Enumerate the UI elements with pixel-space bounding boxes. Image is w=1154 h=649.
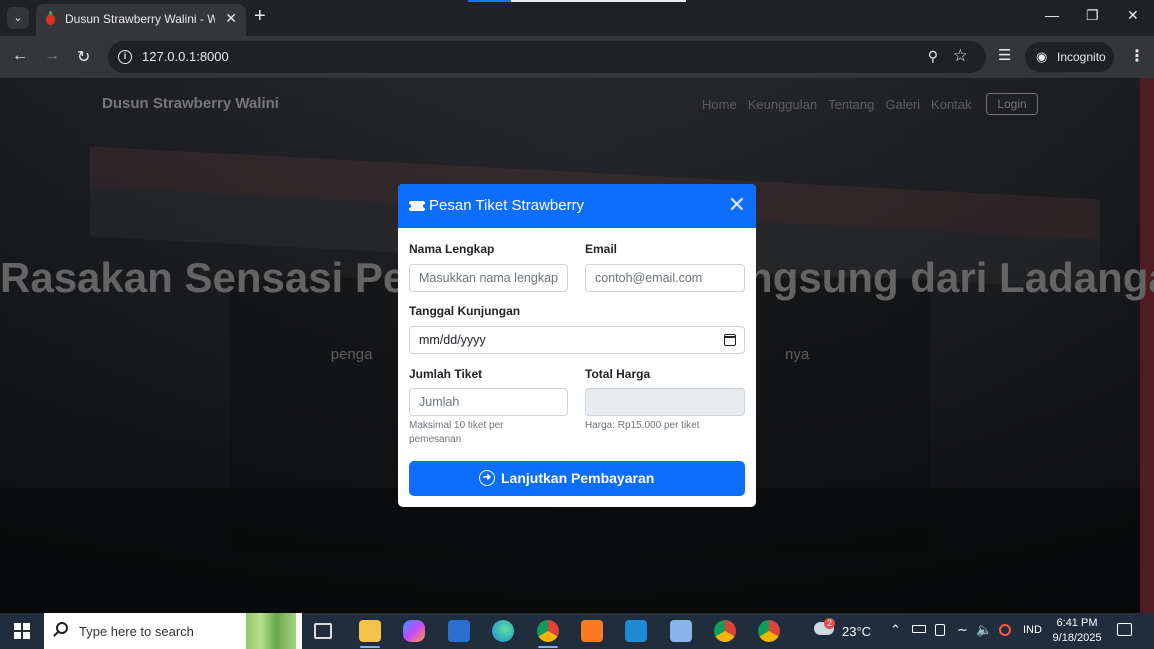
taskbar-search[interactable]: Type here to search xyxy=(44,613,302,649)
modal-close-icon[interactable]: ✕ xyxy=(728,193,746,217)
site-info-icon[interactable]: i xyxy=(118,50,132,64)
window-close-icon[interactable]: ✕ xyxy=(1127,7,1139,24)
file-explorer-active-indicator xyxy=(360,646,380,648)
clock-time: 6:41 PM xyxy=(1056,617,1098,629)
device-icon[interactable] xyxy=(935,624,945,636)
zoom-icon[interactable]: ⚲ xyxy=(928,48,938,65)
task-view-icon[interactable] xyxy=(314,623,332,639)
status-ring-icon[interactable] xyxy=(999,624,1011,636)
battery-icon[interactable] xyxy=(912,625,926,633)
taskbar-search-placeholder: Type here to search xyxy=(79,624,194,639)
qty-help-text: Maksimal 10 tiket per pemesanan xyxy=(409,420,504,445)
windows-taskbar: Type here to search 2 23°C ⌃ ∼ 🔈 IND 6:4… xyxy=(0,613,1154,649)
edge-icon[interactable] xyxy=(492,620,514,642)
email-label: Email xyxy=(585,242,618,256)
windows-start-icon[interactable] xyxy=(14,623,30,639)
language-indicator[interactable]: IND xyxy=(1023,624,1042,649)
continue-payment-label: Lanjutkan Pembayaran xyxy=(501,470,655,486)
tab-search-chevron-icon[interactable]: ⌄ xyxy=(7,7,29,29)
ticket-icon xyxy=(407,201,427,211)
volume-icon[interactable]: 🔈 xyxy=(976,622,992,649)
search-highlight-image xyxy=(246,613,296,649)
booking-modal: Pesan Tiket Strawberry ✕ Nama Lengkap Em… xyxy=(398,184,756,507)
url-text[interactable]: 127.0.0.1:8000 xyxy=(142,49,229,64)
search-icon xyxy=(56,622,68,634)
tab-strip: ⌄ Dusun Strawberry Walini - Wisata ✕ + —… xyxy=(0,0,1154,36)
total-label: Total Harga xyxy=(585,367,651,381)
forward-arrow-icon[interactable]: → xyxy=(44,47,60,65)
chrome-profile-a-icon[interactable] xyxy=(758,620,780,642)
total-price-input xyxy=(585,388,745,416)
date-placeholder: mm/dd/yyyy xyxy=(419,333,486,347)
chrome-icon[interactable] xyxy=(537,620,559,642)
restore-icon[interactable]: ❐ xyxy=(1086,7,1099,24)
tab-close-icon[interactable]: ✕ xyxy=(225,10,237,27)
weather-badge: 2 xyxy=(824,618,835,629)
new-tab-plus-icon[interactable]: + xyxy=(254,5,266,28)
incognito-icon: ◉ xyxy=(1036,49,1048,64)
modal-title: Pesan Tiket Strawberry xyxy=(429,197,585,214)
qty-input[interactable] xyxy=(409,388,568,416)
page-viewport: Dusun Strawberry Walini Home Keunggulan … xyxy=(0,78,1154,613)
date-label: Tanggal Kunjungan xyxy=(409,304,521,318)
price-help-text: Harga: Rp15.000 per tiket xyxy=(585,420,700,431)
vscode-icon[interactable] xyxy=(625,620,647,642)
notification-icon[interactable] xyxy=(1117,623,1132,636)
drag-strip xyxy=(468,0,686,2)
tray-chevron-up-icon[interactable]: ⌃ xyxy=(890,622,901,649)
back-arrow-icon[interactable]: ← xyxy=(12,47,28,65)
chrome-active-indicator xyxy=(538,646,558,648)
weather-temp: 23°C xyxy=(842,624,872,639)
incognito-badge[interactable]: ◉ Incognito xyxy=(1025,42,1114,72)
minimize-icon[interactable]: — xyxy=(1045,7,1059,23)
microsoft-store-icon[interactable] xyxy=(448,620,470,642)
incognito-label: Incognito xyxy=(1057,50,1106,64)
modal-header: Pesan Tiket Strawberry ✕ xyxy=(398,184,756,228)
wifi-icon[interactable]: ∼ xyxy=(957,622,968,649)
qty-label: Jumlah Tiket xyxy=(409,367,483,381)
continue-payment-button[interactable]: ➜ Lanjutkan Pembayaran xyxy=(409,461,745,496)
media-controls-icon[interactable]: ☰ xyxy=(998,46,1011,64)
notepad-icon[interactable] xyxy=(670,620,692,642)
strawberry-favicon-icon xyxy=(46,11,55,25)
xampp-icon[interactable] xyxy=(581,620,603,642)
tab-title: Dusun Strawberry Walini - Wisata xyxy=(65,12,215,26)
address-bar[interactable]: i 127.0.0.1:8000 ⚲ ☆ xyxy=(108,41,986,73)
name-label: Nama Lengkap xyxy=(409,242,495,256)
chrome-profile-w-icon[interactable] xyxy=(714,620,736,642)
name-input[interactable] xyxy=(409,264,568,292)
kebab-menu-icon[interactable]: ⋮ xyxy=(1129,46,1145,66)
arrow-circle-right-icon: ➜ xyxy=(479,470,495,486)
bookmark-star-icon[interactable]: ☆ xyxy=(953,46,968,66)
email-input[interactable] xyxy=(585,264,745,292)
taskbar-clock[interactable]: 6:41 PM 9/18/2025 xyxy=(1050,616,1104,646)
reload-icon[interactable]: ↻ xyxy=(77,47,90,67)
clock-date: 9/18/2025 xyxy=(1052,632,1102,644)
date-input[interactable]: mm/dd/yyyy xyxy=(409,326,745,354)
calendar-icon[interactable] xyxy=(724,334,736,346)
file-explorer-icon[interactable] xyxy=(359,620,381,642)
copilot-icon[interactable] xyxy=(403,620,425,642)
browser-toolbar: ← → ↻ i 127.0.0.1:8000 ⚲ ☆ ☰ ◉ Incognito… xyxy=(0,36,1154,78)
browser-tab[interactable]: Dusun Strawberry Walini - Wisata ✕ xyxy=(36,4,246,36)
